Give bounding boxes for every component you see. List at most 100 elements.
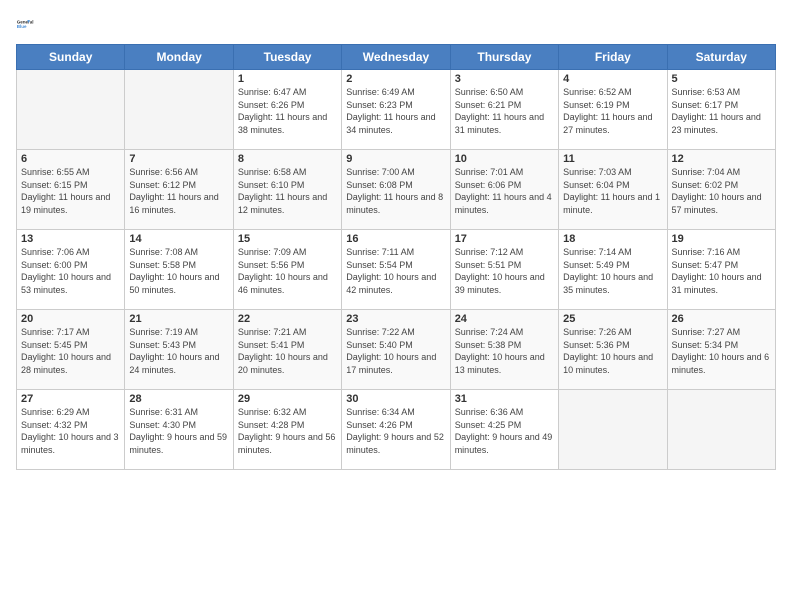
- col-header-thursday: Thursday: [450, 45, 558, 70]
- calendar-week-4: 20Sunrise: 7:17 AM Sunset: 5:45 PM Dayli…: [17, 310, 776, 390]
- calendar-cell: 8Sunrise: 6:58 AM Sunset: 6:10 PM Daylig…: [233, 150, 341, 230]
- svg-text:Blue: Blue: [17, 24, 27, 29]
- day-number: 18: [563, 233, 662, 245]
- day-info: Sunrise: 6:52 AM Sunset: 6:19 PM Dayligh…: [563, 86, 662, 136]
- day-info: Sunrise: 6:58 AM Sunset: 6:10 PM Dayligh…: [238, 166, 337, 216]
- day-number: 30: [346, 393, 445, 405]
- day-number: 24: [455, 313, 554, 325]
- day-number: 10: [455, 153, 554, 165]
- calendar-cell: 10Sunrise: 7:01 AM Sunset: 6:06 PM Dayli…: [450, 150, 558, 230]
- calendar-cell: 14Sunrise: 7:08 AM Sunset: 5:58 PM Dayli…: [125, 230, 233, 310]
- col-header-friday: Friday: [559, 45, 667, 70]
- calendar-cell: 18Sunrise: 7:14 AM Sunset: 5:49 PM Dayli…: [559, 230, 667, 310]
- day-info: Sunrise: 7:09 AM Sunset: 5:56 PM Dayligh…: [238, 246, 337, 296]
- calendar-week-1: 1Sunrise: 6:47 AM Sunset: 6:26 PM Daylig…: [17, 70, 776, 150]
- day-info: Sunrise: 7:19 AM Sunset: 5:43 PM Dayligh…: [129, 326, 228, 376]
- day-info: Sunrise: 7:00 AM Sunset: 6:08 PM Dayligh…: [346, 166, 445, 216]
- day-number: 6: [21, 153, 120, 165]
- calendar-cell: 15Sunrise: 7:09 AM Sunset: 5:56 PM Dayli…: [233, 230, 341, 310]
- calendar-table: SundayMondayTuesdayWednesdayThursdayFrid…: [16, 44, 776, 470]
- calendar-cell: [667, 390, 775, 470]
- day-number: 29: [238, 393, 337, 405]
- day-number: 5: [672, 73, 771, 85]
- calendar-cell: [125, 70, 233, 150]
- day-number: 17: [455, 233, 554, 245]
- day-info: Sunrise: 7:17 AM Sunset: 5:45 PM Dayligh…: [21, 326, 120, 376]
- day-info: Sunrise: 6:31 AM Sunset: 4:30 PM Dayligh…: [129, 406, 228, 456]
- calendar-cell: 30Sunrise: 6:34 AM Sunset: 4:26 PM Dayli…: [342, 390, 450, 470]
- calendar-cell: 12Sunrise: 7:04 AM Sunset: 6:02 PM Dayli…: [667, 150, 775, 230]
- day-info: Sunrise: 7:24 AM Sunset: 5:38 PM Dayligh…: [455, 326, 554, 376]
- calendar-cell: 11Sunrise: 7:03 AM Sunset: 6:04 PM Dayli…: [559, 150, 667, 230]
- calendar-cell: 31Sunrise: 6:36 AM Sunset: 4:25 PM Dayli…: [450, 390, 558, 470]
- day-info: Sunrise: 7:06 AM Sunset: 6:00 PM Dayligh…: [21, 246, 120, 296]
- day-number: 19: [672, 233, 771, 245]
- day-info: Sunrise: 6:53 AM Sunset: 6:17 PM Dayligh…: [672, 86, 771, 136]
- calendar-cell: [17, 70, 125, 150]
- day-number: 9: [346, 153, 445, 165]
- day-info: Sunrise: 7:14 AM Sunset: 5:49 PM Dayligh…: [563, 246, 662, 296]
- day-number: 2: [346, 73, 445, 85]
- day-info: Sunrise: 7:16 AM Sunset: 5:47 PM Dayligh…: [672, 246, 771, 296]
- day-number: 22: [238, 313, 337, 325]
- calendar-week-3: 13Sunrise: 7:06 AM Sunset: 6:00 PM Dayli…: [17, 230, 776, 310]
- day-number: 31: [455, 393, 554, 405]
- day-number: 1: [238, 73, 337, 85]
- day-number: 11: [563, 153, 662, 165]
- calendar-cell: 29Sunrise: 6:32 AM Sunset: 4:28 PM Dayli…: [233, 390, 341, 470]
- day-info: Sunrise: 6:34 AM Sunset: 4:26 PM Dayligh…: [346, 406, 445, 456]
- day-number: 13: [21, 233, 120, 245]
- day-info: Sunrise: 6:55 AM Sunset: 6:15 PM Dayligh…: [21, 166, 120, 216]
- day-number: 7: [129, 153, 228, 165]
- calendar-cell: [559, 390, 667, 470]
- calendar-cell: 9Sunrise: 7:00 AM Sunset: 6:08 PM Daylig…: [342, 150, 450, 230]
- calendar-cell: 3Sunrise: 6:50 AM Sunset: 6:21 PM Daylig…: [450, 70, 558, 150]
- calendar-cell: 17Sunrise: 7:12 AM Sunset: 5:51 PM Dayli…: [450, 230, 558, 310]
- day-info: Sunrise: 7:03 AM Sunset: 6:04 PM Dayligh…: [563, 166, 662, 216]
- calendar-cell: 5Sunrise: 6:53 AM Sunset: 6:17 PM Daylig…: [667, 70, 775, 150]
- calendar-cell: 20Sunrise: 7:17 AM Sunset: 5:45 PM Dayli…: [17, 310, 125, 390]
- calendar-cell: 25Sunrise: 7:26 AM Sunset: 5:36 PM Dayli…: [559, 310, 667, 390]
- day-number: 4: [563, 73, 662, 85]
- day-number: 21: [129, 313, 228, 325]
- logo: General Blue: [16, 10, 46, 38]
- calendar-cell: 22Sunrise: 7:21 AM Sunset: 5:41 PM Dayli…: [233, 310, 341, 390]
- day-info: Sunrise: 6:32 AM Sunset: 4:28 PM Dayligh…: [238, 406, 337, 456]
- calendar-cell: 26Sunrise: 7:27 AM Sunset: 5:34 PM Dayli…: [667, 310, 775, 390]
- col-header-sunday: Sunday: [17, 45, 125, 70]
- day-number: 28: [129, 393, 228, 405]
- day-info: Sunrise: 7:11 AM Sunset: 5:54 PM Dayligh…: [346, 246, 445, 296]
- day-number: 16: [346, 233, 445, 245]
- calendar-cell: 4Sunrise: 6:52 AM Sunset: 6:19 PM Daylig…: [559, 70, 667, 150]
- day-info: Sunrise: 7:21 AM Sunset: 5:41 PM Dayligh…: [238, 326, 337, 376]
- calendar-cell: 23Sunrise: 7:22 AM Sunset: 5:40 PM Dayli…: [342, 310, 450, 390]
- page-header: General Blue: [16, 10, 776, 38]
- col-header-wednesday: Wednesday: [342, 45, 450, 70]
- calendar-cell: 24Sunrise: 7:24 AM Sunset: 5:38 PM Dayli…: [450, 310, 558, 390]
- calendar-cell: 6Sunrise: 6:55 AM Sunset: 6:15 PM Daylig…: [17, 150, 125, 230]
- day-number: 27: [21, 393, 120, 405]
- calendar-week-5: 27Sunrise: 6:29 AM Sunset: 4:32 PM Dayli…: [17, 390, 776, 470]
- calendar-body: 1Sunrise: 6:47 AM Sunset: 6:26 PM Daylig…: [17, 70, 776, 470]
- day-info: Sunrise: 6:49 AM Sunset: 6:23 PM Dayligh…: [346, 86, 445, 136]
- col-header-tuesday: Tuesday: [233, 45, 341, 70]
- calendar-header-row: SundayMondayTuesdayWednesdayThursdayFrid…: [17, 45, 776, 70]
- day-number: 20: [21, 313, 120, 325]
- day-info: Sunrise: 7:22 AM Sunset: 5:40 PM Dayligh…: [346, 326, 445, 376]
- day-info: Sunrise: 6:47 AM Sunset: 6:26 PM Dayligh…: [238, 86, 337, 136]
- day-number: 15: [238, 233, 337, 245]
- day-number: 26: [672, 313, 771, 325]
- logo-icon: General Blue: [16, 10, 44, 38]
- calendar-cell: 2Sunrise: 6:49 AM Sunset: 6:23 PM Daylig…: [342, 70, 450, 150]
- calendar-cell: 13Sunrise: 7:06 AM Sunset: 6:00 PM Dayli…: [17, 230, 125, 310]
- calendar-cell: 27Sunrise: 6:29 AM Sunset: 4:32 PM Dayli…: [17, 390, 125, 470]
- calendar-cell: 7Sunrise: 6:56 AM Sunset: 6:12 PM Daylig…: [125, 150, 233, 230]
- day-number: 14: [129, 233, 228, 245]
- day-info: Sunrise: 6:50 AM Sunset: 6:21 PM Dayligh…: [455, 86, 554, 136]
- day-info: Sunrise: 7:27 AM Sunset: 5:34 PM Dayligh…: [672, 326, 771, 376]
- day-number: 3: [455, 73, 554, 85]
- day-info: Sunrise: 6:29 AM Sunset: 4:32 PM Dayligh…: [21, 406, 120, 456]
- col-header-saturday: Saturday: [667, 45, 775, 70]
- day-number: 12: [672, 153, 771, 165]
- day-info: Sunrise: 7:08 AM Sunset: 5:58 PM Dayligh…: [129, 246, 228, 296]
